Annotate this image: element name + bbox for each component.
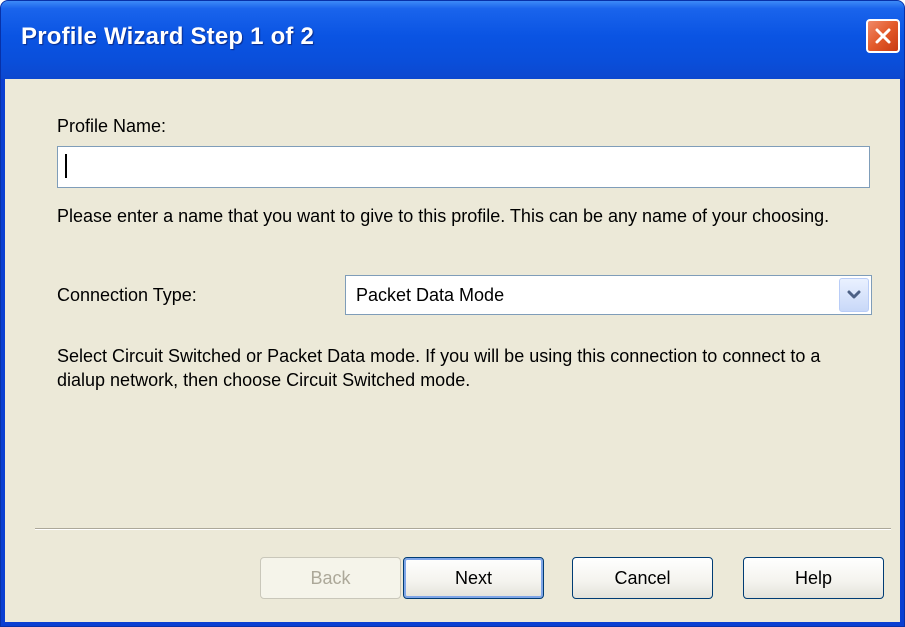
window-title: Profile Wizard Step 1 of 2	[21, 23, 315, 50]
next-button[interactable]: Next	[403, 557, 544, 599]
profile-wizard-window: Profile Wizard Step 1 of 2 Profile Name:…	[0, 0, 905, 627]
help-button[interactable]: Help	[743, 557, 884, 599]
profile-name-help-text: Please enter a name that you want to giv…	[57, 206, 830, 226]
profile-name-input[interactable]	[57, 146, 870, 188]
profile-name-label: Profile Name:	[57, 116, 167, 136]
dialog-body: Profile Name: Please enter a name that y…	[5, 79, 900, 622]
connection-type-select[interactable]: Packet Data Mode	[345, 275, 872, 315]
close-button[interactable]	[866, 19, 900, 53]
connection-type-help-text: Select Circuit Switched or Packet Data m…	[57, 346, 821, 390]
chevron-down-icon	[847, 290, 861, 299]
close-icon	[875, 28, 891, 44]
title-bar[interactable]: Profile Wizard Step 1 of 2	[1, 1, 904, 79]
dropdown-button[interactable]	[839, 278, 869, 312]
text-caret	[65, 154, 67, 178]
connection-type-label: Connection Type:	[57, 285, 197, 305]
cancel-button[interactable]: Cancel	[572, 557, 713, 599]
back-button[interactable]: Back	[260, 557, 401, 599]
connection-type-value: Packet Data Mode	[356, 285, 505, 305]
separator-line	[35, 528, 891, 530]
